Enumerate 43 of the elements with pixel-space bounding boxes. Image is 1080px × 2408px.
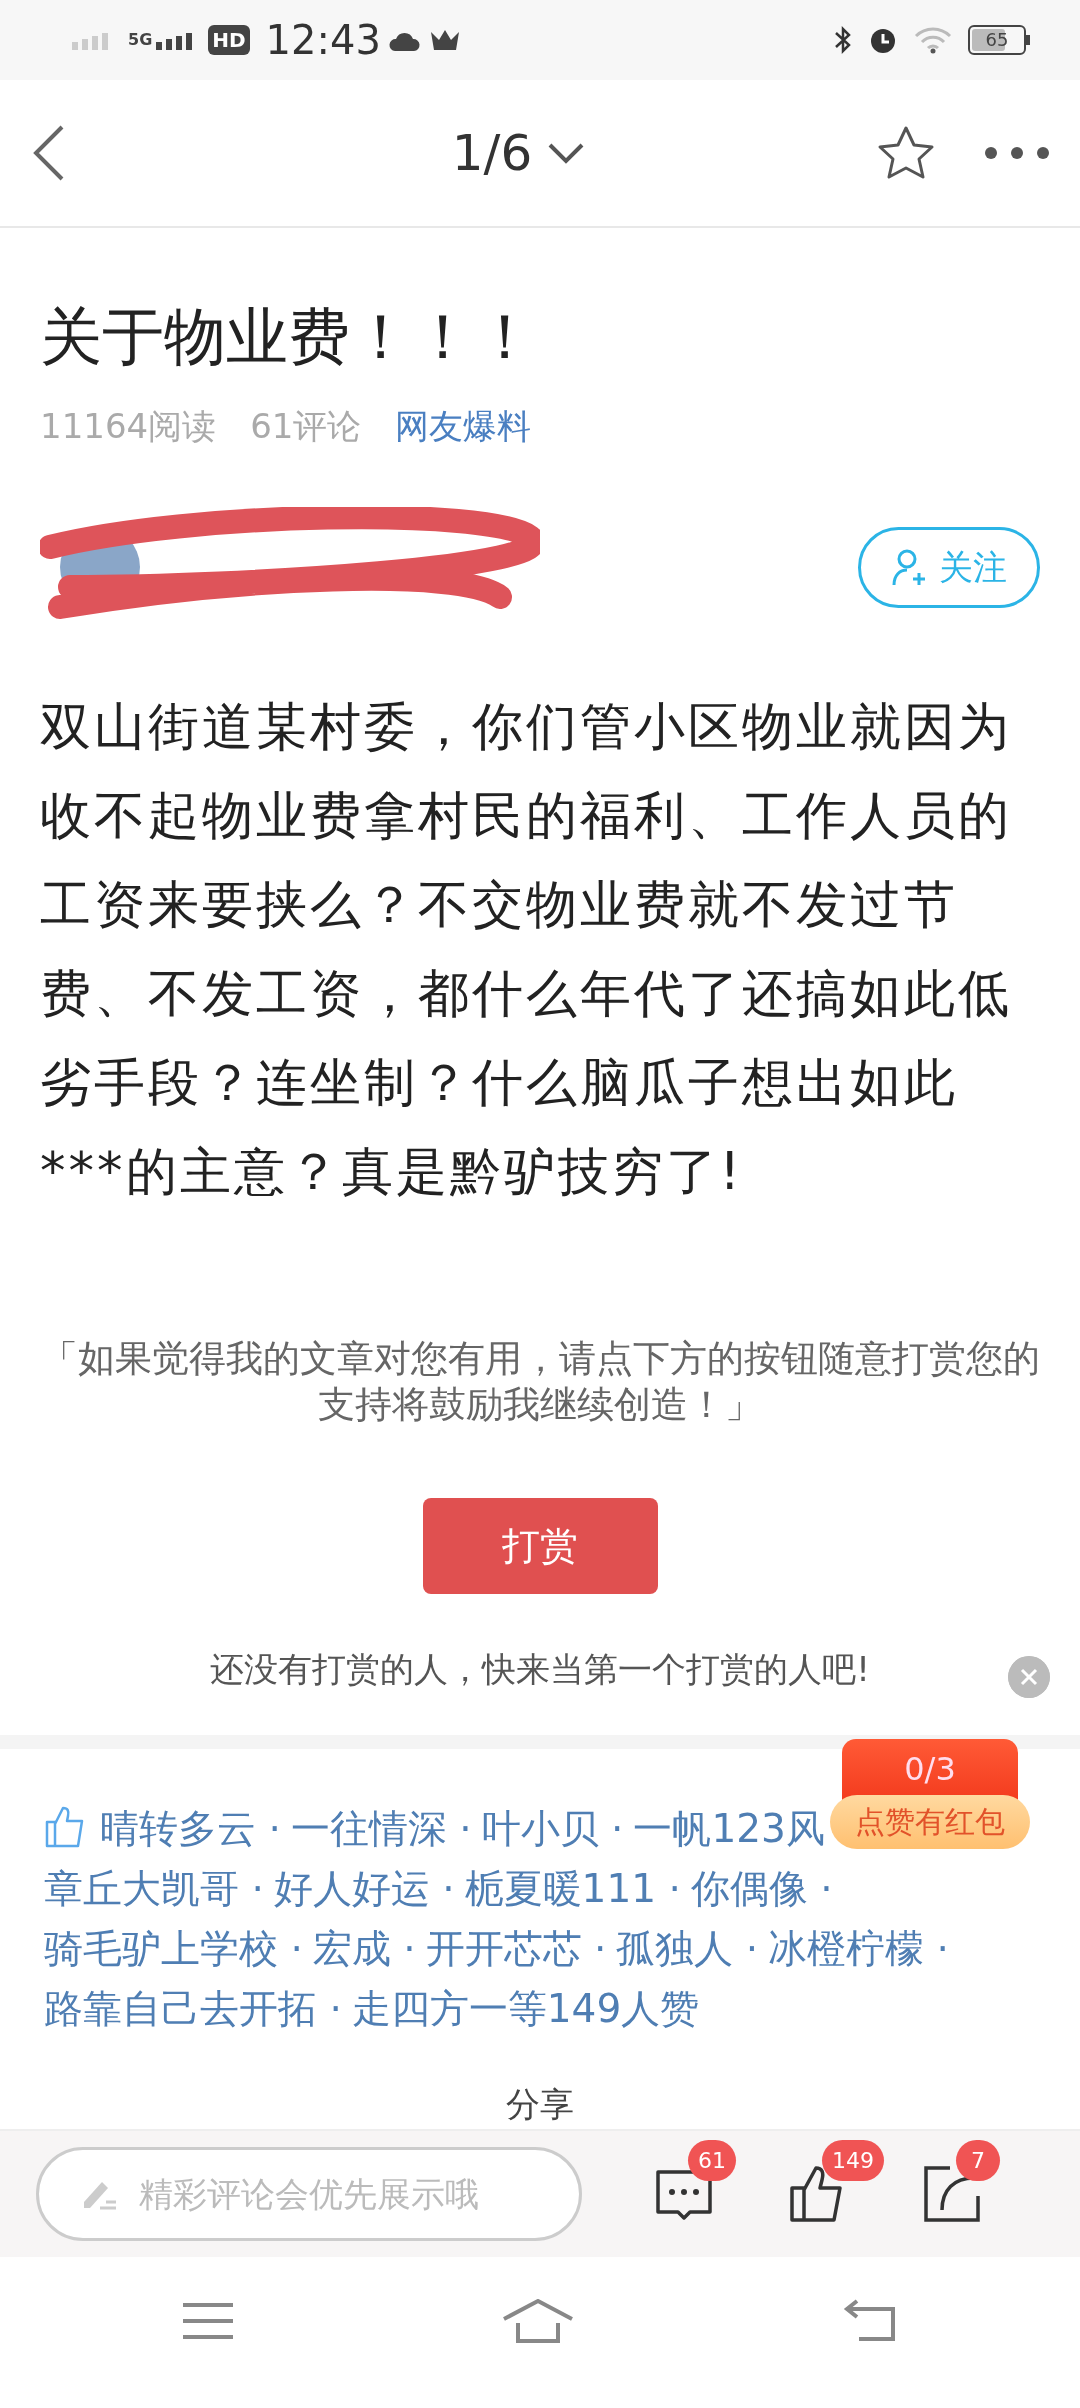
signal-icon — [156, 30, 193, 50]
back-gesture-icon[interactable] — [843, 2299, 898, 2343]
liker-link[interactable]: 骑毛驴上学校 · — [44, 1926, 303, 1971]
like-summary: 149人赞 — [546, 1986, 700, 2031]
category-link[interactable]: 网友爆料 — [395, 401, 532, 452]
menu-icon[interactable] — [182, 2301, 233, 2341]
liker-link[interactable]: 一帆123风 — [633, 1806, 825, 1851]
liker-link[interactable]: 宏成 · — [312, 1926, 416, 1971]
liker-link[interactable]: 好人好运 · — [273, 1866, 455, 1911]
bluetooth-icon — [834, 25, 852, 55]
comment-count: 61评论 — [250, 405, 362, 448]
chevron-down-icon[interactable] — [548, 142, 585, 164]
share-label: 分享 — [505, 2083, 575, 2126]
network-label: 5G — [128, 29, 153, 51]
liker-link[interactable]: 路靠自己去开拓 · — [44, 1986, 342, 2031]
no-reward-text: 还没有打赏的人，快来当第一个打赏的人吧! — [210, 1649, 870, 1689]
liker-link[interactable]: 一往情深 · — [290, 1806, 472, 1851]
article-body: 双山街道某村委，你们管小区物业就因为收不起物业费拿村民的福利、工作人员的工资来要挟么？不交物业费就不发过节费、不发工资，都什么年代了还搞如此低劣手段？连坐制？什么脑瓜子想出如此***的主意？真是黔驴技穷了! — [39, 696, 1013, 1203]
page-indicator: 1/6 — [451, 122, 533, 184]
clock: 12:43 — [265, 16, 381, 65]
like-count-badge: 149 — [822, 2140, 884, 2181]
follow-button[interactable]: 关注 — [858, 526, 1040, 608]
liker-link[interactable]: 晴转多云 · — [100, 1806, 281, 1851]
wifi-icon — [914, 26, 952, 54]
home-icon[interactable] — [502, 2299, 574, 2343]
liker-link[interactable]: 走四方一等 — [351, 1986, 547, 2031]
reward-button[interactable]: 打赏 — [422, 1498, 658, 1594]
liker-link[interactable]: 栀夏暖111 · — [464, 1866, 681, 1911]
comment-field[interactable]: 精彩评论会优先展示哦 — [36, 2147, 582, 2241]
more-icon[interactable] — [984, 146, 1050, 160]
liker-link[interactable]: 你偶像 · — [690, 1866, 833, 1911]
read-count: 11164阅读 — [40, 405, 217, 448]
comment-count-badge: 61 — [688, 2140, 736, 2181]
reward-prompt: 「如果觉得我的文章对您有用，请点下方的按钮随意打赏您的支持将鼓励我继续创造！」 — [39, 1336, 1041, 1428]
hd-label: HD — [208, 25, 250, 55]
liker-link[interactable]: 冰橙柠檬 · — [768, 1926, 949, 1971]
share-count-badge: 7 — [956, 2140, 1000, 2181]
liker-link[interactable]: 章丘大凯哥 · — [44, 1866, 264, 1911]
article-title: 关于物业费！！！ — [39, 299, 537, 375]
liker-link[interactable]: 孤独人 · — [616, 1926, 759, 1971]
crown-icon — [428, 28, 461, 52]
liker-link[interactable]: 开开芯芯 · — [425, 1926, 607, 1971]
liker-link[interactable]: 叶小贝 · — [481, 1806, 624, 1851]
